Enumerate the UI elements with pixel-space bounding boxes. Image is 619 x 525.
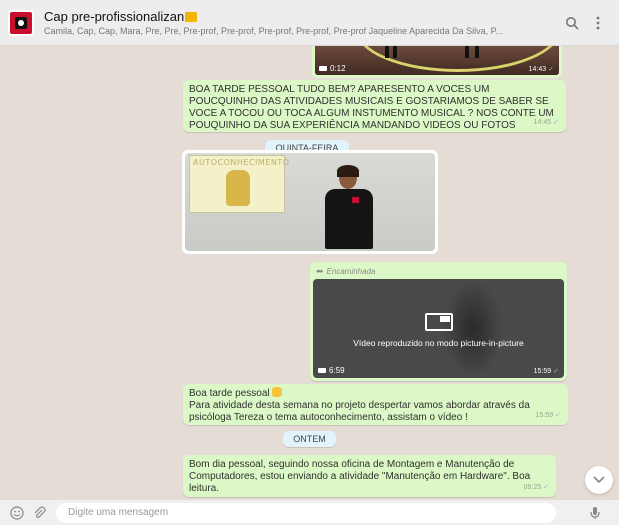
video-camera-icon <box>319 66 327 71</box>
message-time: 14:45 ✓ <box>534 117 559 129</box>
check-icon: ✓ <box>548 66 554 73</box>
video-message-top[interactable]: 0:12 14:43 ✓ <box>312 46 562 78</box>
message-time: 15:59 ✓ <box>534 367 559 375</box>
figure <box>385 46 389 58</box>
picture-in-picture-icon <box>424 313 453 331</box>
message-bubble[interactable]: Bom dia pessoal, seguindo nossa oficina … <box>183 455 556 497</box>
video-duration-text: 6:59 <box>329 366 345 375</box>
group-logo-icon <box>10 11 32 34</box>
attach-icon[interactable] <box>28 502 50 524</box>
figure <box>393 46 397 58</box>
video-duration: 0:12 <box>319 64 346 73</box>
time-text: 15:59 <box>535 412 554 419</box>
time-text: 14:43 <box>528 66 547 73</box>
date-separator: ONTEM <box>283 431 336 447</box>
chat-title: Cap pre-profissionalizan <box>44 9 185 24</box>
chat-info[interactable]: Cap pre-profissionalizan Camila, Cap, Ca… <box>44 9 559 36</box>
chat-participants: Camila, Cap, Cap, Mara, Pre, Pre, Pre-pr… <box>44 26 504 36</box>
image-message[interactable]: AUTOCONHECIMENTO <box>182 150 438 254</box>
video-thumbnail: AUTOCONHECIMENTO <box>185 153 435 251</box>
message-greeting: Boa tarde pessoal <box>189 388 270 399</box>
forwarded-label: ➦ Encaminhada <box>313 265 564 279</box>
message-time: 15:59 ✓ <box>536 410 561 422</box>
video-duration-text: 0:12 <box>330 64 346 73</box>
poster-text: AUTOCONHECIMENTO <box>193 158 290 167</box>
waving-hand-emoji-icon <box>272 387 283 397</box>
message-text: Bom dia pessoal, seguindo nossa oficina … <box>189 459 531 494</box>
message-text: BOA TARDE PESSOAL TUDO BEM? APARESENTO A… <box>189 84 554 131</box>
time-text: 14:45 <box>533 119 552 126</box>
check-icon: ✓ <box>553 119 559 126</box>
forwarded-text: Encaminhada <box>326 266 376 276</box>
pip-text: Vídeo reproduzido no modo picture-in-pic… <box>353 338 524 348</box>
video-camera-icon <box>318 368 326 373</box>
composer-bar: Digite uma mensagem <box>0 500 619 525</box>
chat-header: Cap pre-profissionalizan Camila, Cap, Ca… <box>0 0 619 46</box>
microphone-icon[interactable] <box>584 502 606 524</box>
message-time: 09:25 ✓ <box>524 482 549 494</box>
presenter <box>317 165 381 249</box>
figure <box>475 46 479 58</box>
message-time: 14:43 ✓ <box>529 65 554 73</box>
menu-icon[interactable] <box>585 10 611 36</box>
folder-emoji-icon <box>185 11 198 22</box>
figure <box>465 46 469 58</box>
check-icon: ✓ <box>555 412 561 419</box>
time-text: 15:59 <box>533 368 552 375</box>
message-bubble[interactable]: Boa tarde pessoal Para atividade desta s… <box>183 384 568 425</box>
message-input[interactable]: Digite uma mensagem <box>56 502 556 523</box>
pip-overlay: Vídeo reproduzido no modo picture-in-pic… <box>313 313 564 348</box>
check-icon: ✓ <box>543 484 549 491</box>
poster: AUTOCONHECIMENTO <box>189 155 289 213</box>
forwarded-video-message[interactable]: ➦ Encaminhada Vídeo reproduzido no modo p… <box>310 262 567 381</box>
search-icon[interactable] <box>559 10 585 36</box>
chevron-down-icon <box>593 476 605 484</box>
video-player[interactable]: Vídeo reproduzido no modo picture-in-pic… <box>313 279 564 378</box>
forward-icon: ➦ <box>316 265 324 276</box>
group-avatar[interactable] <box>8 9 34 36</box>
scroll-down-button[interactable] <box>585 466 613 494</box>
poster-illustration <box>226 170 250 206</box>
video-duration: 6:59 <box>318 366 345 375</box>
message-text: Para atividade desta semana no projeto d… <box>189 400 530 423</box>
emoji-icon[interactable] <box>6 502 28 524</box>
message-bubble[interactable]: BOA TARDE PESSOAL TUDO BEM? APARESENTO A… <box>183 80 566 132</box>
check-icon: ✓ <box>553 368 559 375</box>
video-thumbnail <box>315 46 559 75</box>
message-input-placeholder: Digite uma mensagem <box>68 507 169 518</box>
time-text: 09:25 <box>523 484 542 491</box>
